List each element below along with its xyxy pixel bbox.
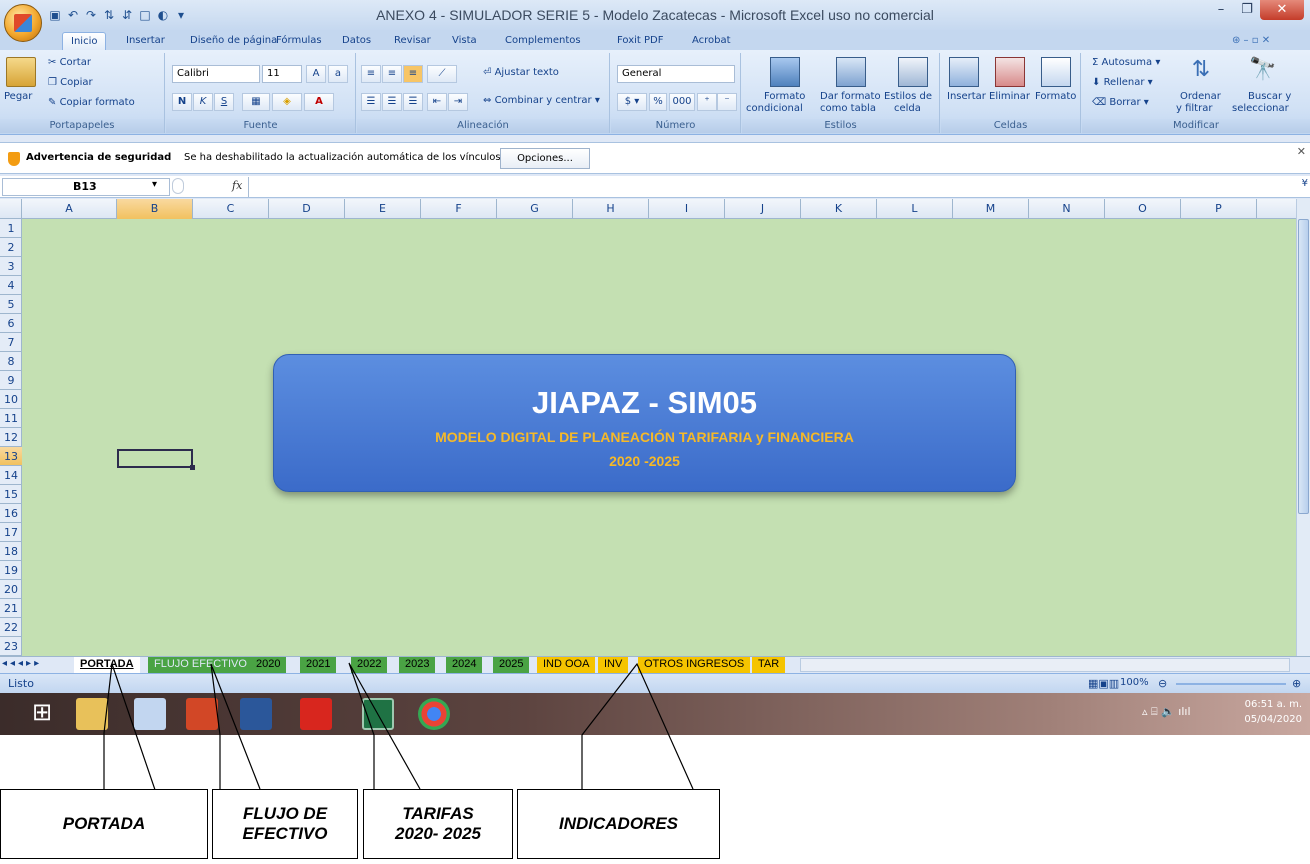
annotation-tarifas: TARIFAS 2020- 2025 — [363, 789, 513, 859]
indicadores-callout-line — [581, 662, 694, 790]
annotation-flujo-line2: EFECTIVO — [242, 824, 328, 843]
annotation-flujo-line1: FLUJO DE — [242, 804, 328, 823]
flujo-callout-line — [210, 663, 261, 790]
annotation-lines — [103, 662, 694, 823]
annotation-tarifas-line2: 2020- 2025 — [394, 824, 482, 843]
annotation-portada: PORTADA — [0, 789, 208, 859]
annotation-portada-label: PORTADA — [62, 814, 146, 833]
annotation-tarifas-line1: TARIFAS — [402, 804, 474, 823]
office-button[interactable] — [4, 4, 42, 42]
office-logo-icon — [14, 14, 32, 32]
annotation-indicadores-label: INDICADORES — [558, 814, 678, 833]
annotation-indicadores: INDICADORES — [517, 789, 720, 859]
annotation-flujo-efectivo: FLUJO DE EFECTIVO — [212, 789, 358, 859]
tarifas-callout-line — [348, 662, 421, 790]
